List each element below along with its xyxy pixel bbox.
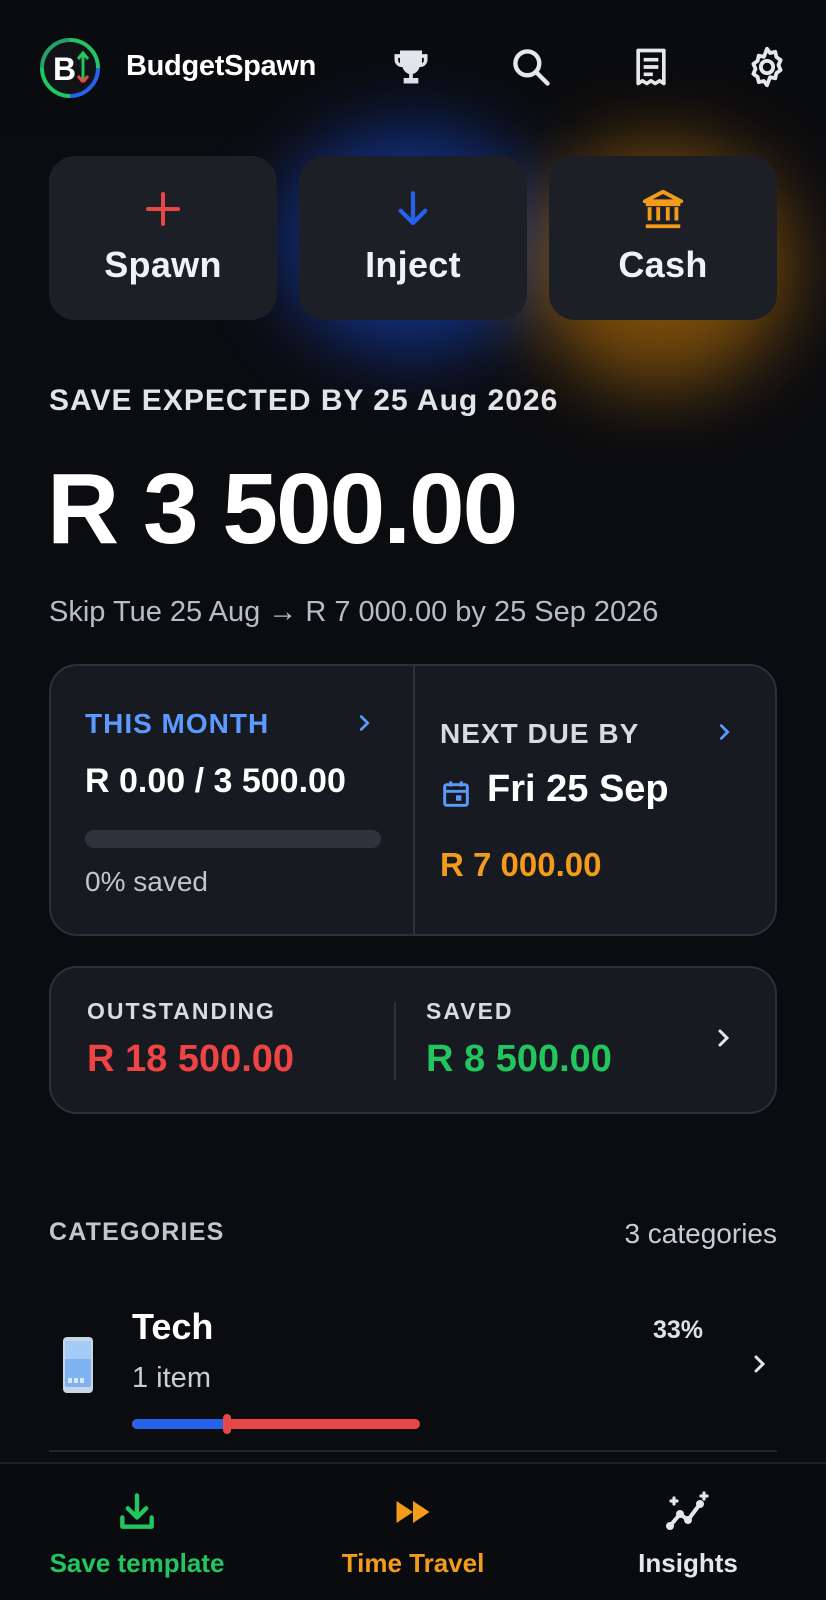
categories-count: 3 categories (624, 1218, 777, 1249)
bottom-navigation: Save template Time Travel Insights (0, 1462, 826, 1600)
next-due-amount: R 7 000.00 (440, 846, 602, 883)
cash-label: Cash (618, 244, 708, 285)
category-progress-bar (132, 1414, 420, 1434)
categories-heading: CATEGORIES (49, 1218, 225, 1246)
outstanding-value: R 18 500.00 (87, 1038, 295, 1080)
skip-info[interactable]: Skip Tue 25 Aug → R 7 000.00 by 25 Sep 2… (49, 596, 658, 629)
plus-icon (143, 184, 183, 234)
next-due-label: NEXT DUE BY (440, 718, 640, 749)
quick-actions: Spawn Inject Cash (0, 130, 826, 386)
chevron-right-icon (718, 1029, 730, 1047)
time-travel-label: Time Travel (341, 1548, 485, 1578)
phone-icon (63, 1337, 93, 1393)
search-icon[interactable] (506, 42, 556, 92)
time-travel-button[interactable]: Time Travel (338, 1488, 488, 1579)
totals-card[interactable]: OUTSTANDING R 18 500.00 SAVED R 8 500.00 (49, 966, 777, 1114)
save-expected-label: SAVE EXPECTED BY 25 Aug 2026 (49, 384, 559, 417)
saved-value: R 8 500.00 (426, 1038, 612, 1080)
save-template-button[interactable]: Save template (48, 1488, 226, 1579)
inject-button[interactable]: Inject (299, 156, 527, 320)
download-icon (113, 1488, 161, 1536)
app-header: B BudgetSpawn (0, 0, 826, 136)
sparkle-chart-icon (664, 1488, 712, 1536)
category-progress-marker (223, 1414, 232, 1434)
category-row-tech[interactable]: Tech 1 item 33% (49, 1296, 777, 1452)
chevron-right-icon (754, 1355, 766, 1373)
bank-icon (640, 184, 686, 234)
save-template-label: Save template (49, 1548, 225, 1578)
category-progress-fill (132, 1419, 228, 1429)
receipt-icon[interactable] (626, 42, 676, 92)
insights-label: Insights (638, 1548, 738, 1578)
category-item-count: 1 item (132, 1362, 211, 1394)
gear-icon[interactable] (742, 42, 792, 92)
chevron-right-icon (719, 724, 730, 740)
insights-button[interactable]: Insights (630, 1488, 746, 1579)
category-percent: 33% (653, 1316, 704, 1344)
app-logo[interactable]: B (38, 36, 102, 100)
fast-forward-icon (389, 1488, 437, 1536)
next-due-panel[interactable]: NEXT DUE BY Fri 25 Sep R 7 000.00 (51, 666, 775, 934)
app-title: BudgetSpawn (126, 50, 317, 82)
month-summary-card: THIS MONTH R 0.00 / 3 500.00 0% saved NE… (49, 664, 777, 936)
spawn-label: Spawn (104, 244, 222, 285)
cash-button[interactable]: Cash (549, 156, 777, 320)
logo-letter: B (53, 51, 76, 87)
outstanding-label: OUTSTANDING (87, 998, 276, 1024)
trophy-icon[interactable] (386, 42, 436, 92)
calendar-icon (443, 781, 469, 807)
inject-label: Inject (365, 244, 461, 285)
next-due-date: Fri 25 Sep (487, 768, 669, 810)
expected-amount: R 3 500.00 (47, 453, 518, 565)
spawn-button[interactable]: Spawn (49, 156, 277, 320)
category-name: Tech (132, 1306, 214, 1347)
arrow-down-icon (392, 184, 434, 234)
saved-label: SAVED (426, 998, 514, 1024)
